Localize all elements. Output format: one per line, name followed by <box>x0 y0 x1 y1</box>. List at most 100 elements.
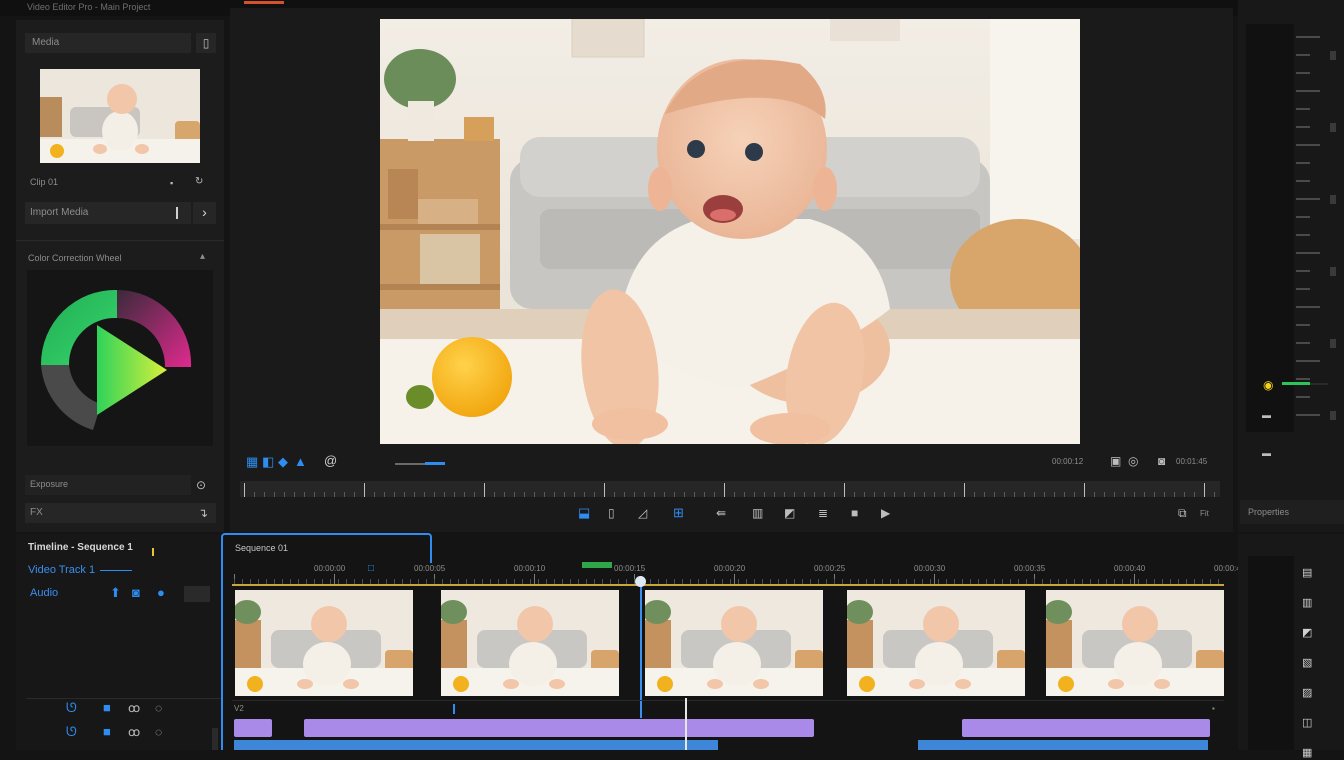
scrubber-tick <box>824 492 825 497</box>
lane-divider <box>232 700 1224 701</box>
track-audio-icon-2[interactable]: ◌ <box>155 725 162 739</box>
panel-divider <box>16 240 224 241</box>
track-eye-icon[interactable]: ꝏ <box>128 701 140 715</box>
scrubber-tick <box>714 492 715 497</box>
track-options-button[interactable] <box>184 586 210 602</box>
meter-tick <box>1296 252 1320 254</box>
camera-icon[interactable]: ◙ <box>132 586 140 600</box>
save-icon[interactable]: ▣ <box>1110 454 1121 468</box>
scrubber-tick <box>704 492 705 497</box>
scrubber-tick <box>874 492 875 497</box>
play-icon[interactable]: ▶ <box>881 506 890 520</box>
shape-tool-icon[interactable]: ◆ <box>278 455 288 469</box>
scrubber-tick <box>894 492 895 497</box>
scrubber-tick <box>424 492 425 497</box>
viewer-tab-indicator[interactable] <box>244 1 284 4</box>
drop-tool-icon[interactable]: ▲ <box>294 455 307 469</box>
playhead-line[interactable] <box>640 576 642 718</box>
track-eye-icon-2[interactable]: ꝏ <box>128 725 140 739</box>
timeline-scrollbar[interactable] <box>212 728 218 750</box>
view-mode-icon[interactable]: ▦ <box>246 455 258 469</box>
media-options-button[interactable]: ▯ <box>196 33 216 53</box>
mute-icon[interactable]: ▬ <box>1262 408 1271 422</box>
ruler-label: 00:00:35 <box>1014 564 1046 573</box>
viewer-frame[interactable] <box>380 19 1080 444</box>
panel-tool-icon[interactable]: ▤ <box>1302 566 1312 580</box>
step-back-icon[interactable]: ⇚ <box>716 506 726 520</box>
safe-area-icon[interactable]: ⊞ <box>673 506 684 520</box>
clip-list-icon[interactable]: ▥ <box>752 506 763 520</box>
track-lock-icon[interactable]: ■ <box>103 701 111 715</box>
trim-icon[interactable]: ◩ <box>784 506 795 520</box>
panel-tool-icon[interactable]: ▥ <box>1302 596 1312 610</box>
loop-icon[interactable]: @ <box>324 454 337 468</box>
refresh-icon[interactable]: ↻ <box>195 175 203 189</box>
audio-clip-secondary[interactable] <box>234 740 718 750</box>
panel-tool-icon[interactable]: ▦ <box>1302 746 1312 760</box>
link-icon-2[interactable]: ᘎ <box>66 725 77 739</box>
ruler-marker-icon[interactable]: □ <box>368 562 374 576</box>
timecode-left: 00:00:12 <box>1052 457 1084 466</box>
volume-level <box>425 462 445 465</box>
scrubber-tick <box>564 492 565 497</box>
grid-icon[interactable]: ▪ <box>170 176 173 190</box>
media-thumbnail[interactable] <box>40 69 200 163</box>
fullscreen-icon[interactable]: ⧉ <box>1178 506 1187 520</box>
chevron-right-icon: › <box>202 204 207 220</box>
audio-label[interactable]: Audio <box>30 587 58 599</box>
link-icon[interactable]: ᘎ <box>66 701 77 715</box>
scrubber-tick <box>374 492 375 497</box>
audio-clip-secondary[interactable] <box>918 740 1208 750</box>
ruler-major-tick <box>534 574 535 584</box>
panel-tool-icon[interactable]: ▧ <box>1302 656 1312 670</box>
level-indicator-icon[interactable]: ◉ <box>1263 378 1273 392</box>
fx-bar[interactable] <box>25 503 216 523</box>
media-caption: Clip 01 <box>30 177 59 187</box>
scrubber-tick <box>814 492 815 497</box>
ruler-label: 00:00:00 <box>314 564 346 573</box>
fx-arrow-icon[interactable]: ↴ <box>198 506 208 520</box>
scrubber-tick <box>444 492 445 497</box>
marker-icon[interactable]: ⬓ <box>578 506 590 520</box>
scrubber-bar[interactable] <box>240 481 1220 497</box>
panel-tool-icon[interactable]: ▨ <box>1302 686 1312 700</box>
upload-icon[interactable]: ⬆ <box>110 586 121 600</box>
playhead-handle[interactable] <box>635 576 646 587</box>
clip-thumbnail[interactable] <box>645 590 823 696</box>
scrubber-tick <box>524 492 525 497</box>
clip-thumbnail[interactable] <box>1046 590 1224 696</box>
mark-out-icon[interactable]: ◿ <box>638 506 647 520</box>
panel-tool-icon[interactable]: ◫ <box>1302 716 1312 730</box>
color-wheel[interactable] <box>27 270 213 446</box>
audio-clip[interactable] <box>304 719 814 737</box>
import-next-button[interactable]: › <box>193 202 216 224</box>
panel-tool-icon[interactable]: ◩ <box>1302 626 1312 640</box>
scrubber-tick <box>644 492 645 497</box>
scrubber-tick <box>434 492 435 497</box>
track-label[interactable]: Video Track 1 <box>28 564 95 576</box>
scrubber-tick <box>794 492 795 497</box>
menu-icon[interactable]: ≣ <box>818 506 828 520</box>
meter-tick <box>1296 54 1310 56</box>
target-icon[interactable]: ⊙ <box>196 478 206 492</box>
info-icon[interactable]: ◎ <box>1128 454 1138 468</box>
zoom-label: Fit <box>1200 509 1209 518</box>
track-lock-icon-2[interactable]: ■ <box>103 725 111 739</box>
mark-in-icon[interactable]: ▯ <box>608 506 615 520</box>
scrubber-tick <box>294 492 295 497</box>
audio-clip[interactable] <box>234 719 272 737</box>
stop-icon[interactable]: ■ <box>851 506 858 520</box>
clip-thumbnail[interactable] <box>441 590 619 696</box>
menu-title: Video Editor Pro - Main Project <box>27 2 151 12</box>
scrubber-tick <box>674 492 675 497</box>
cut-tool-icon[interactable]: ◧ <box>262 455 274 469</box>
sync-icon[interactable]: ● <box>157 586 165 600</box>
solo-icon[interactable]: ▬ <box>1262 446 1271 460</box>
track-audio-icon[interactable]: ◌ <box>155 701 162 715</box>
clip-thumbnail[interactable] <box>847 590 1025 696</box>
audio-clip[interactable] <box>962 719 1210 737</box>
track-label-line <box>100 570 132 571</box>
export-icon[interactable]: ◙ <box>1158 454 1165 468</box>
clip-thumbnail[interactable] <box>235 590 413 696</box>
color-panel-menu-icon[interactable]: ▴ <box>200 251 205 262</box>
